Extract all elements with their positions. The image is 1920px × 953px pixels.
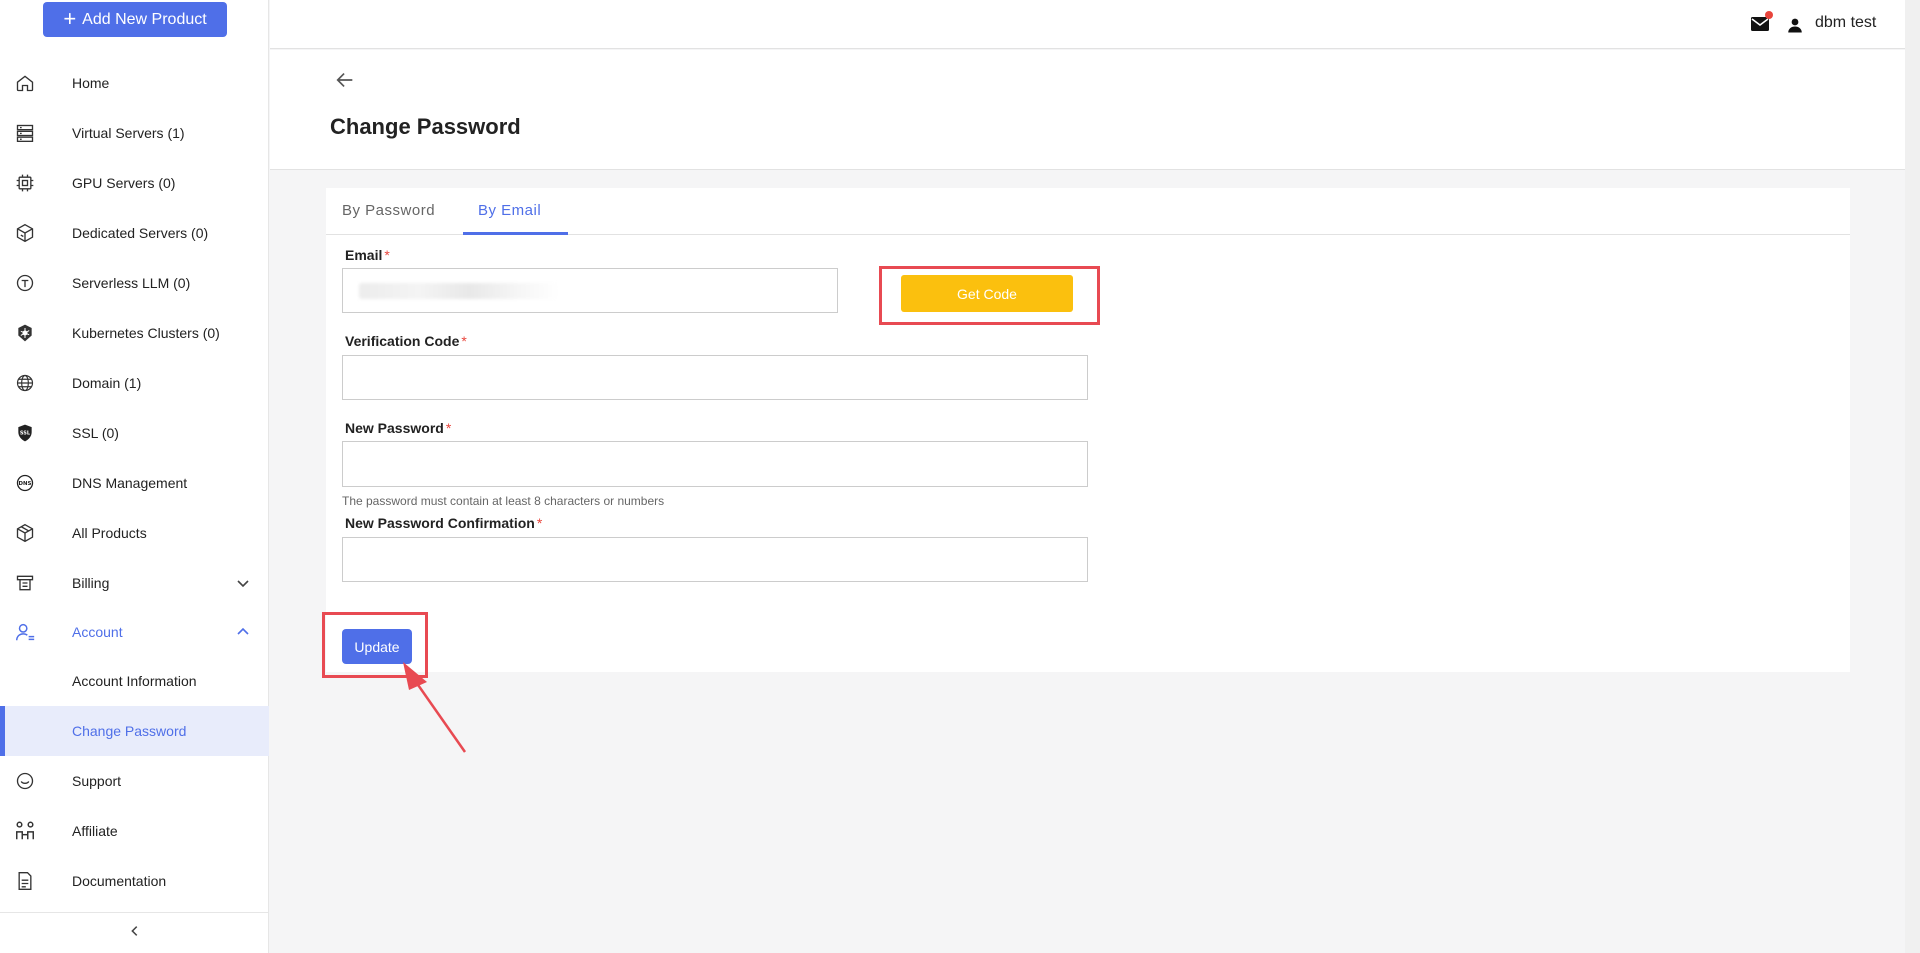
user-name[interactable]: dbm test (1815, 14, 1876, 32)
sidebar-item-ssl[interactable]: SSL SSL (0) (0, 408, 269, 458)
sidebar-item-support[interactable]: Support (0, 756, 269, 806)
dns-icon: DNS (14, 472, 36, 494)
sidebar-item-label: Home (72, 75, 110, 91)
page-header: Change Password (270, 50, 1905, 170)
verification-code-input[interactable] (342, 355, 1088, 400)
server-icon (14, 122, 36, 144)
required-mark: * (461, 333, 467, 349)
sidebar-item-label: SSL (0) (72, 425, 119, 441)
sidebar-item-serverless-llm[interactable]: Serverless LLM (0) (0, 258, 269, 308)
sidebar-item-all-products[interactable]: All Products (0, 508, 269, 558)
globe-icon (14, 372, 36, 394)
update-button[interactable]: Update (342, 629, 412, 664)
change-password-card: By Password By Email Email * Verification… (326, 188, 1850, 672)
sidebar-item-kubernetes[interactable]: Kubernetes Clusters (0) (0, 308, 269, 358)
sidebar: + Add New Product Home Virtual Servers (… (0, 0, 269, 953)
kubernetes-icon (14, 322, 36, 344)
blurred-email-value (359, 283, 559, 299)
annotation-arrow-icon (403, 662, 467, 753)
svg-text:SSL: SSL (20, 431, 31, 437)
sidebar-item-home[interactable]: Home (0, 58, 269, 108)
home-icon (14, 72, 36, 94)
affiliate-icon (14, 820, 36, 842)
llm-icon (14, 272, 36, 294)
sidebar-item-account-information[interactable]: Account Information (0, 656, 269, 706)
tab-by-email[interactable]: By Email (478, 202, 541, 219)
sidebar-item-dedicated-servers[interactable]: Dedicated Servers (0) (0, 208, 269, 258)
user-icon[interactable] (1786, 16, 1804, 34)
sidebar-item-documentation[interactable]: Documentation (0, 856, 269, 906)
document-icon (14, 870, 36, 892)
add-new-product-label: Add New Product (82, 10, 207, 28)
verification-code-label: Verification Code * (345, 333, 467, 349)
new-password-label: New Password * (345, 420, 452, 436)
sidebar-item-label: All Products (72, 525, 147, 541)
plus-icon: + (63, 5, 77, 31)
top-bar (270, 0, 1905, 49)
password-confirmation-input[interactable] (342, 537, 1088, 582)
sidebar-item-billing[interactable]: Billing (0, 558, 269, 608)
sidebar-item-label: Account (72, 624, 123, 640)
account-icon (14, 621, 36, 643)
sidebar-item-label: Documentation (72, 873, 167, 889)
required-mark: * (536, 515, 543, 531)
chevron-left-icon (128, 924, 142, 943)
gpu-icon (14, 172, 36, 194)
sidebar-item-label: Affiliate (72, 823, 118, 839)
active-tab-indicator (463, 232, 568, 235)
sidebar-item-change-password[interactable]: Change Password (0, 706, 269, 756)
sidebar-item-label: Billing (72, 575, 110, 591)
tab-bar: By Password By Email (326, 188, 1850, 235)
sidebar-item-label: Virtual Servers (1) (72, 125, 185, 141)
get-code-button[interactable]: Get Code (901, 275, 1073, 312)
sidebar-item-account[interactable]: Account (0, 608, 269, 656)
sidebar-item-label: Dedicated Servers (0) (72, 225, 209, 241)
sidebar-item-affiliate[interactable]: Affiliate (0, 806, 269, 856)
chevron-up-icon[interactable] (235, 624, 251, 640)
notification-dot (1765, 11, 1773, 19)
back-arrow-icon[interactable] (334, 69, 356, 91)
required-mark: * (445, 420, 452, 436)
sidebar-nav: Home Virtual Servers (1) GPU Servers (0)… (0, 58, 269, 906)
billing-icon (14, 572, 36, 594)
support-icon (14, 770, 36, 792)
chevron-down-icon[interactable] (235, 575, 251, 591)
email-field[interactable] (342, 268, 838, 313)
sidebar-item-label: Kubernetes Clusters (0) (72, 325, 220, 341)
new-password-input[interactable] (342, 441, 1088, 487)
scrollbar-gutter (1905, 0, 1920, 953)
email-label: Email * (345, 247, 390, 263)
required-mark: * (384, 247, 390, 263)
ssl-icon: SSL (14, 422, 36, 444)
sidebar-item-label: Change Password (72, 723, 187, 739)
collapse-sidebar-button[interactable] (0, 912, 269, 953)
sidebar-item-label: DNS Management (72, 475, 188, 491)
password-hint: The password must contain at least 8 cha… (342, 494, 665, 508)
sidebar-item-gpu-servers[interactable]: GPU Servers (0) (0, 158, 269, 208)
svg-text:DNS: DNS (19, 481, 32, 487)
sidebar-item-label: Account Information (72, 673, 197, 689)
sidebar-item-label: Domain (1) (72, 375, 142, 391)
sidebar-item-label: Serverless LLM (0) (72, 275, 191, 291)
mail-icon[interactable] (1750, 11, 1773, 33)
sidebar-item-label: GPU Servers (0) (72, 175, 176, 191)
sidebar-item-domain[interactable]: Domain (1) (0, 358, 269, 408)
add-new-product-button[interactable]: + Add New Product (43, 2, 227, 37)
sidebar-item-virtual-servers[interactable]: Virtual Servers (1) (0, 108, 269, 158)
dedicated-server-icon (14, 222, 36, 244)
page-title: Change Password (330, 114, 521, 139)
sidebar-item-label: Support (72, 773, 122, 789)
box-icon (14, 522, 36, 544)
sidebar-item-dns[interactable]: DNS DNS Management (0, 458, 269, 508)
password-confirmation-label: New Password Confirmation * (345, 515, 543, 531)
tab-by-password[interactable]: By Password (342, 202, 435, 219)
